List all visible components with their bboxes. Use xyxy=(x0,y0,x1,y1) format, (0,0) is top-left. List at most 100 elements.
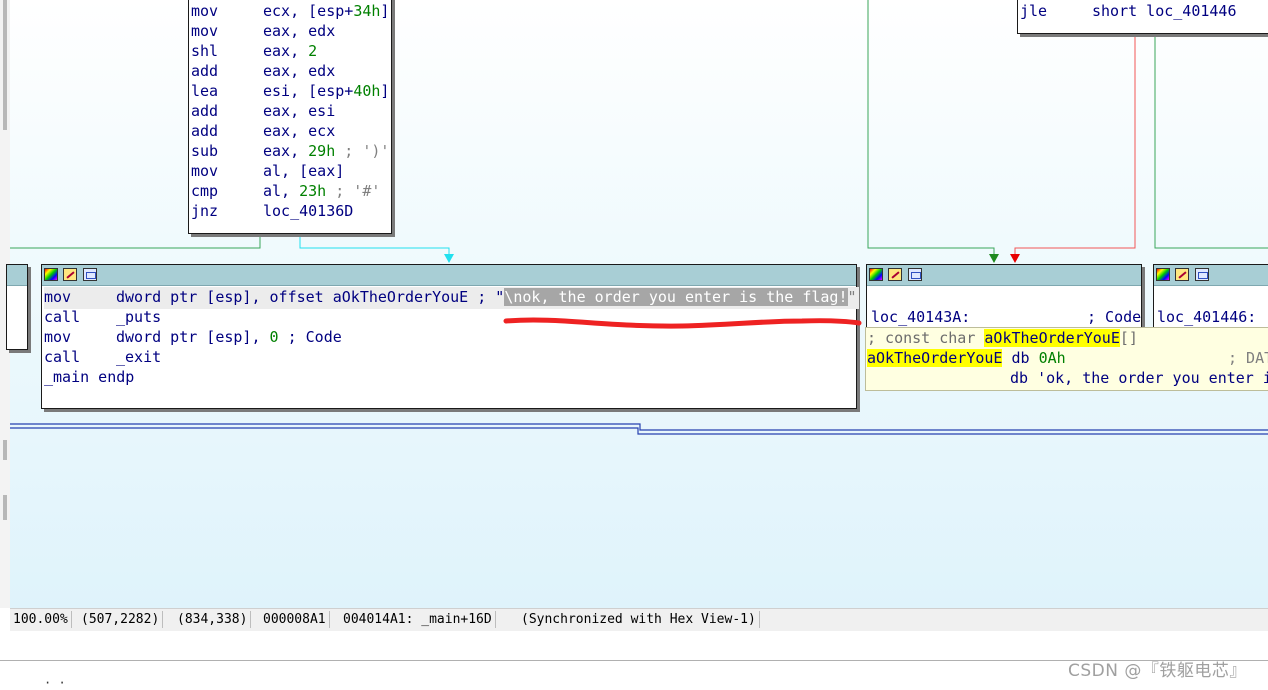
operand: ] xyxy=(380,2,390,20)
operand: al, xyxy=(263,182,300,200)
edge-red xyxy=(1014,34,1136,258)
tooltip-line-3: db 'ok, the order you enter i xyxy=(1010,369,1268,387)
edit-pen-icon[interactable] xyxy=(63,268,77,281)
edge-green-right xyxy=(867,0,995,258)
mnemonic: mov xyxy=(191,22,219,40)
operand: eax, edx xyxy=(263,22,336,40)
asm-line-call-puts[interactable]: call _puts xyxy=(44,307,161,327)
mnemonic: add xyxy=(191,122,219,140)
hover-tooltip: ; const char aOkTheOrderYouE[] aOkTheOrd… xyxy=(865,327,1268,391)
edge-blue-1 xyxy=(10,423,1268,431)
operand: loc_40136D xyxy=(263,202,354,220)
edge-green-left xyxy=(10,234,261,249)
operand: esi, [esp+ xyxy=(263,82,354,100)
operand: eax, ecx xyxy=(263,122,336,140)
mnemonic: sub xyxy=(191,142,219,160)
edge-cyan xyxy=(299,234,450,258)
mnemonic: lea xyxy=(191,82,219,100)
loc-label[interactable]: loc_40143A: xyxy=(871,307,970,327)
scroll-mark xyxy=(3,440,7,460)
color-palette-icon[interactable] xyxy=(44,268,58,281)
code-block-partial-left[interactable] xyxy=(6,264,28,350)
mnemonic: mov xyxy=(191,162,219,180)
asm-line-mov-string[interactable]: mov dword ptr [esp], offset aOkTheOrderYo… xyxy=(44,287,857,307)
operand: eax, esi xyxy=(263,102,336,120)
node-header xyxy=(42,265,856,286)
asm-line[interactable]: jle short loc_401446 xyxy=(1020,1,1237,21)
asm-line[interactable]: lea esi, [esp+40h] xyxy=(191,81,389,101)
asm-line-endp[interactable]: _main endp xyxy=(44,367,134,387)
edge-red-arrow xyxy=(1010,254,1020,263)
asm-line[interactable]: mov ecx, [esp+34h] xyxy=(191,1,389,21)
comment: ; '#' xyxy=(326,182,381,200)
asm-line-call-exit[interactable]: call _exit xyxy=(44,347,161,367)
scroll-mark xyxy=(3,495,7,520)
status-graph-coords: (507,2282) xyxy=(78,611,164,628)
red-underline-annotation xyxy=(503,317,862,329)
operand-number: 23h xyxy=(299,182,327,200)
asm-line[interactable]: jnz loc_40136D xyxy=(191,201,353,221)
asm-line[interactable]: add eax, edx xyxy=(191,61,335,81)
edit-pen-icon[interactable] xyxy=(1175,268,1189,281)
node-header xyxy=(1154,265,1268,286)
watermark: CSDN @『铁躯电芯』 xyxy=(1068,661,1247,681)
edge-blue-2 xyxy=(10,427,1268,435)
color-palette-icon[interactable] xyxy=(1156,268,1170,281)
loc-label[interactable]: loc_401446: xyxy=(1157,307,1256,327)
selected-string: \nok, the order you enter is the flag! xyxy=(504,288,848,306)
edge-cyan-arrow xyxy=(444,254,454,263)
asm-line[interactable]: cmp al, 23h ; '#' xyxy=(191,181,380,201)
asm-line[interactable]: mov al, [eax] xyxy=(191,161,344,181)
asm-line-mov-zero[interactable]: mov dword ptr [esp], 0 ; Code xyxy=(44,327,342,347)
ida-graph-view[interactable]: movedx, [esp+30h]movecx, [esp+34h]moveax… xyxy=(6,0,1268,608)
operand-number: 2 xyxy=(308,42,318,60)
color-palette-icon[interactable] xyxy=(869,268,883,281)
mnemonic: shl xyxy=(191,42,219,60)
tooltip-comment: ; DAT xyxy=(1228,349,1268,367)
tooltip-line-2: aOkTheOrderYouE db 0Ah xyxy=(867,349,1066,367)
bottom-output-text: · · xyxy=(44,676,66,690)
operand: eax, xyxy=(263,142,309,160)
scroll-mark xyxy=(3,0,7,130)
asm-line[interactable]: add eax, ecx xyxy=(191,121,335,141)
operand-number: 29h xyxy=(308,142,336,160)
operand: eax, edx xyxy=(263,62,336,80)
comment: ; ')' xyxy=(335,142,390,160)
graph-overview-icon[interactable] xyxy=(83,268,97,281)
asm-line[interactable]: mov eax, edx xyxy=(191,21,335,41)
operand: short loc_401446 xyxy=(1092,2,1237,20)
asm-line[interactable]: shl eax, 2 xyxy=(191,41,317,61)
mnemonic: add xyxy=(191,62,219,80)
status-bar: 100.00% (507,2282) (834,338) 000008A1 00… xyxy=(10,608,1268,631)
mnemonic: jle xyxy=(1020,2,1048,20)
code-block-top-right[interactable]: cmpeax, 4jleshort loc_401446 xyxy=(1017,0,1268,34)
operand: ecx, [esp+ xyxy=(263,2,354,20)
code-block-loc-40143a[interactable]: loc_40143A: ; Code xyxy=(866,264,1142,334)
status-address: 004014A1: _main+16D xyxy=(340,611,496,628)
status-file-offset: 000008A1 xyxy=(260,611,330,628)
edge-green-far xyxy=(1154,34,1268,249)
code-block-loc-401446[interactable]: loc_401446: xyxy=(1153,264,1268,334)
node-header xyxy=(7,265,27,286)
status-zoom: 100.00% xyxy=(10,611,72,628)
operand: ] xyxy=(380,82,390,100)
mnemonic: mov xyxy=(191,2,219,20)
status-sync: (Synchronized with Hex View-1) xyxy=(518,611,760,628)
edit-pen-icon[interactable] xyxy=(888,268,902,281)
edge-green-arrow xyxy=(989,254,999,263)
tooltip-line-1: ; const char aOkTheOrderYouE[] xyxy=(867,329,1138,347)
operand: eax, xyxy=(263,42,309,60)
mnemonic: jnz xyxy=(191,202,219,220)
code-block-main[interactable]: mov dword ptr [esp], offset aOkTheOrderYo… xyxy=(41,264,862,409)
asm-line[interactable]: add eax, esi xyxy=(191,101,335,121)
graph-overview-icon[interactable] xyxy=(1195,268,1209,281)
operand-number: 34h xyxy=(353,2,381,20)
mnemonic: add xyxy=(191,102,219,120)
node-header xyxy=(867,265,1141,286)
asm-line[interactable]: sub eax, 29h ; ')' xyxy=(191,141,389,161)
status-mouse-coords: (834,338) xyxy=(174,611,252,628)
loc-comment: ; Code xyxy=(1087,308,1142,326)
operand: al, [eax] xyxy=(263,162,345,180)
graph-overview-icon[interactable] xyxy=(908,268,922,281)
code-block-top[interactable]: movedx, [esp+30h]movecx, [esp+34h]moveax… xyxy=(188,0,392,234)
